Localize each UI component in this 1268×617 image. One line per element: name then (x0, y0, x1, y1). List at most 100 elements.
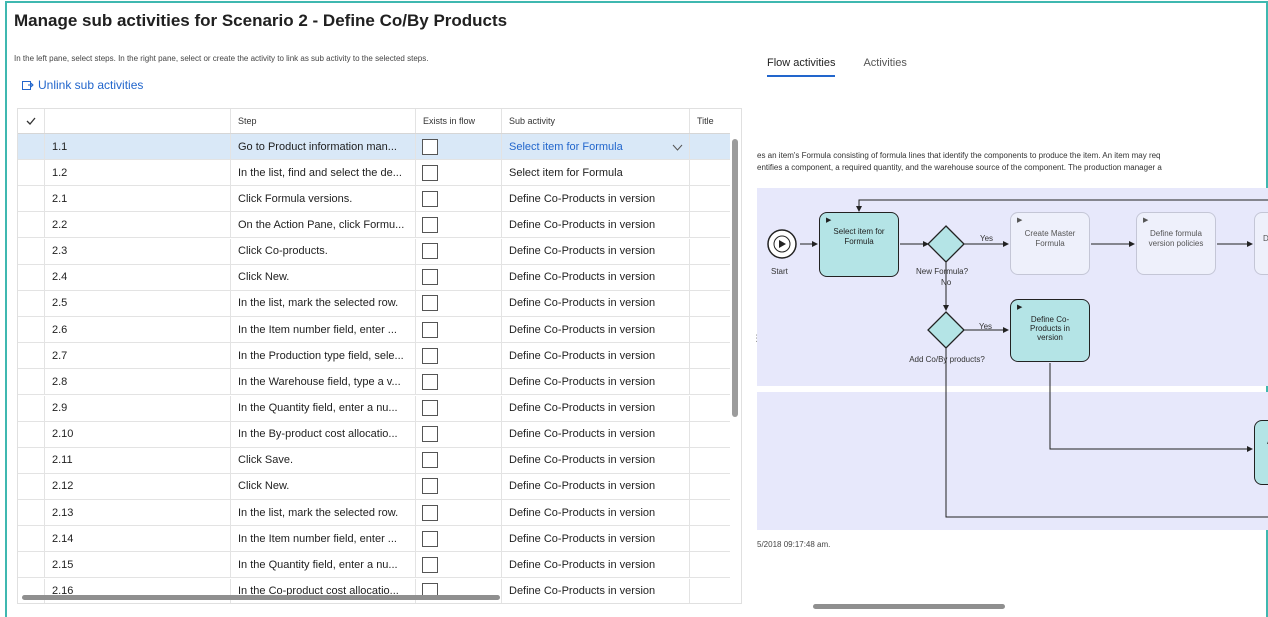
exists-in-flow-checkbox[interactable] (422, 478, 438, 495)
node-create-master-formula[interactable]: ▶ Create Master Formula (1010, 212, 1090, 275)
row-title (690, 160, 730, 185)
exists-in-flow-checkbox[interactable] (422, 164, 438, 181)
row-title (690, 369, 730, 394)
row-select-cell[interactable] (18, 264, 45, 290)
table-row[interactable]: 2.15 In the Quantity field, enter a nu...… (18, 552, 730, 579)
row-title (690, 422, 730, 447)
row-exists-cell (416, 290, 502, 316)
row-select-cell[interactable] (18, 473, 45, 499)
exists-in-flow-checkbox[interactable] (422, 295, 438, 312)
header-sub-activity[interactable]: Sub activity (502, 109, 690, 133)
table-row[interactable]: 2.13 In the list, mark the selected row. D… (18, 500, 730, 527)
table-row[interactable]: 2.14 In the Item number field, enter ... D… (18, 526, 730, 553)
table-row[interactable]: 1.1 Go to Product information man... Selec… (18, 134, 730, 160)
tab-activities[interactable]: Activities (863, 57, 906, 77)
node-partial-right[interactable]: D (1254, 212, 1268, 275)
node-define-formula-version-policies[interactable]: ▶ Define formula version policies (1136, 212, 1216, 275)
table-row[interactable]: 2.4 Click New. Define Co-Products in versi… (18, 264, 730, 291)
sub-activity-value: Define Co-Products in version (509, 323, 656, 336)
sub-activity-value: Define Co-Products in version (509, 245, 656, 258)
exists-in-flow-checkbox[interactable] (422, 321, 438, 338)
row-exists-cell (416, 317, 502, 343)
row-step: Click New. (231, 473, 416, 499)
exists-in-flow-checkbox[interactable] (422, 347, 438, 364)
grid-vertical-scrollbar[interactable] (732, 139, 738, 417)
row-select-cell[interactable] (18, 526, 45, 552)
table-row[interactable]: 2.16 In the Co-product cost allocatio... D… (18, 578, 730, 603)
table-row[interactable]: 2.9 In the Quantity field, enter a nu... D… (18, 395, 730, 422)
row-id: 2.2 (45, 212, 231, 238)
header-exists-in-flow[interactable]: Exists in flow (416, 109, 502, 133)
table-row[interactable]: 2.10 In the By-product cost allocatio... D… (18, 421, 730, 448)
row-id: 2.9 (45, 395, 231, 421)
row-select-cell[interactable] (18, 290, 45, 316)
exists-in-flow-checkbox[interactable] (422, 504, 438, 521)
row-title (690, 552, 730, 577)
select-all-checkmark[interactable] (18, 109, 45, 133)
table-row[interactable]: 2.2 On the Action Pane, click Formu... Def… (18, 212, 730, 239)
header-step[interactable]: Step (231, 109, 416, 133)
table-row[interactable]: 2.5 In the list, mark the selected row. De… (18, 290, 730, 317)
sub-activity-value: Define Co-Products in version (509, 402, 656, 414)
table-row[interactable]: 1.2 In the list, find and select the de..… (18, 160, 730, 187)
exists-in-flow-checkbox[interactable] (422, 530, 438, 547)
row-id: 2.14 (45, 526, 231, 552)
table-row[interactable]: 2.8 In the Warehouse field, type a v... De… (18, 369, 730, 396)
exists-in-flow-checkbox[interactable] (422, 556, 438, 573)
table-row[interactable]: 2.11 Click Save. Define Co-Products in ver… (18, 447, 730, 474)
row-select-cell[interactable] (18, 421, 45, 447)
row-select-cell[interactable] (18, 134, 45, 159)
node-select-item-for-formula[interactable]: ▶ Select item for Formula (819, 212, 899, 277)
exists-in-flow-checkbox[interactable] (422, 243, 438, 260)
exists-in-flow-checkbox[interactable] (422, 138, 438, 155)
row-select-cell[interactable] (18, 238, 45, 264)
exists-in-flow-checkbox[interactable] (422, 373, 438, 390)
row-sub-activity: Define Co-Products in version (502, 552, 690, 578)
tab-flow-activities[interactable]: Flow activities (767, 57, 836, 77)
row-select-cell[interactable] (18, 500, 45, 526)
play-icon: ▶ (1017, 217, 1023, 224)
table-row[interactable]: 2.1 Click Formula versions. Define Co-Prod… (18, 186, 730, 213)
row-select-cell[interactable] (18, 212, 45, 238)
pane-splitter[interactable]: ⋮ (752, 333, 761, 347)
flow-diagram: Start ▶ Select item for Formula New Form… (757, 188, 1268, 530)
table-row[interactable]: 2.7 In the Production type field, sele...… (18, 343, 730, 370)
table-row[interactable]: 2.12 Click New. Define Co-Products in vers… (18, 473, 730, 500)
row-title (690, 396, 730, 421)
row-exists-cell (416, 264, 502, 290)
table-row[interactable]: 2.6 In the Item number field, enter ... De… (18, 317, 730, 344)
grid-horizontal-scrollbar[interactable] (22, 595, 500, 600)
row-step: On the Action Pane, click Formu... (231, 212, 416, 238)
row-select-cell[interactable] (18, 186, 45, 212)
row-sub-activity: Select item for Formula (502, 160, 690, 186)
row-select-cell[interactable] (18, 369, 45, 395)
unlink-label: Unlink sub activities (38, 78, 144, 92)
node-approve-partial[interactable]: Ap (1254, 420, 1268, 485)
right-pane-horizontal-scrollbar[interactable] (813, 604, 1005, 609)
row-select-cell[interactable] (18, 160, 45, 186)
header-title[interactable]: Title (690, 109, 730, 133)
chevron-down-icon[interactable] (672, 142, 683, 154)
row-step: In the By-product cost allocatio... (231, 421, 416, 447)
exists-in-flow-checkbox[interactable] (422, 216, 438, 233)
row-select-cell[interactable] (18, 447, 45, 473)
row-select-cell[interactable] (18, 343, 45, 369)
table-row[interactable]: 2.3 Click Co-products. Define Co-Products … (18, 238, 730, 265)
row-select-cell[interactable] (18, 395, 45, 421)
unlink-sub-activities-button[interactable]: Unlink sub activities (22, 78, 143, 92)
node-define-co-products[interactable]: ▶ Define Co-Products in version (1010, 299, 1090, 362)
sub-activity-value: Define Co-Products in version (509, 454, 656, 467)
exists-in-flow-checkbox[interactable] (422, 426, 438, 443)
row-exists-cell (416, 395, 502, 421)
row-sub-activity: Define Co-Products in version (502, 526, 690, 552)
row-select-cell[interactable] (18, 317, 45, 343)
row-step: Click Save. (231, 447, 416, 473)
exists-in-flow-checkbox[interactable] (422, 452, 438, 469)
row-select-cell[interactable] (18, 552, 45, 578)
exists-in-flow-checkbox[interactable] (422, 269, 438, 286)
exists-in-flow-checkbox[interactable] (422, 400, 438, 416)
exists-in-flow-checkbox[interactable] (422, 190, 438, 207)
row-sub-activity[interactable]: Select item for Formula (502, 134, 690, 159)
grid-header: Step Exists in flow Sub activity Title (18, 109, 730, 134)
gateway1-yes-label: Yes (980, 234, 994, 243)
